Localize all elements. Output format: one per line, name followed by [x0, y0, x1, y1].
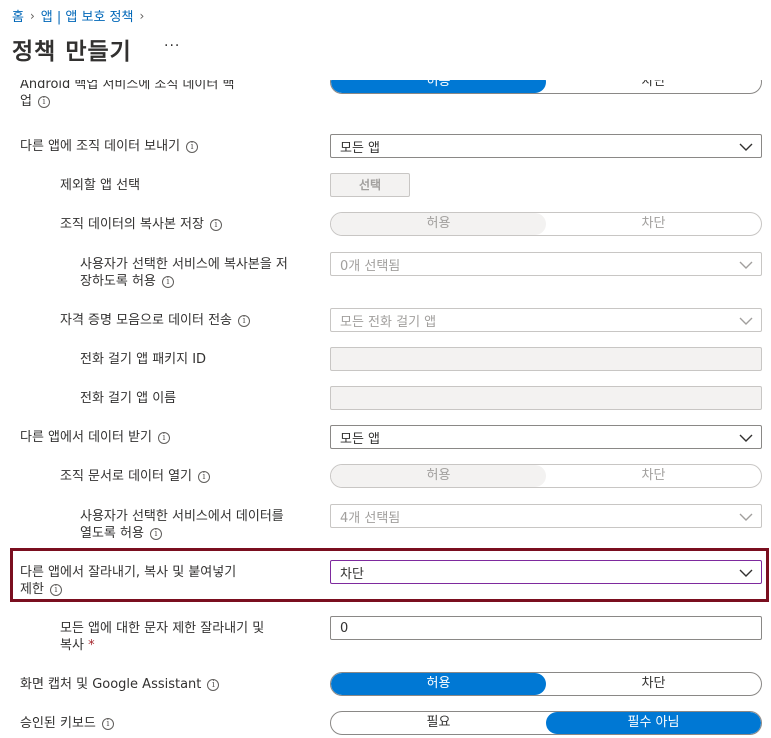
- dialer-name-input: [330, 386, 762, 410]
- label-line-1: 사용자가 선택한 서비스에 복사본을 저: [80, 257, 288, 272]
- label-text: 조직 데이터의 복사본 저장: [60, 217, 204, 232]
- select-value: 모든 앱: [340, 140, 381, 156]
- label-line-2: 열도록 허용: [80, 526, 144, 541]
- select-apps-button[interactable]: 선택: [330, 173, 410, 197]
- label-line-1: 다른 앱에서 잘라내기, 복사 및 붙여넣기: [20, 565, 237, 580]
- info-icon[interactable]: i: [198, 470, 210, 483]
- label-text: 화면 캡처 및 Google Assistant: [20, 677, 202, 692]
- info-icon[interactable]: i: [207, 678, 220, 691]
- info-icon[interactable]: i: [186, 140, 199, 153]
- toggle-option-required[interactable]: 필요: [331, 712, 546, 734]
- transfer-data-select: 모든 전화 걸기 앱: [330, 308, 762, 332]
- setting-label: 화면 캡처 및 Google Assistant i: [20, 676, 220, 693]
- info-icon[interactable]: i: [37, 95, 50, 108]
- select-value: 4개 선택됨: [340, 510, 401, 526]
- toggle-option-block: 차단: [641, 216, 666, 231]
- setting-label: 모든 앱에 대한 문자 제한 잘라내기 및 복사 *: [60, 620, 264, 654]
- more-options-button[interactable]: ···: [164, 38, 180, 54]
- label-text: 조직 문서로 데이터 열기: [60, 469, 192, 484]
- settings-form: Android 백업 서비스에 조직 데이터 백 업i 허용 차단 다른 앱에 …: [0, 80, 771, 738]
- chevron-right-icon: ›: [139, 8, 145, 23]
- setting-label: 다른 앱에 조직 데이터 보내기 i: [20, 138, 199, 155]
- breadcrumb-app-link[interactable]: 앱 | 앱 보호 정책: [41, 6, 134, 25]
- chevron-down-icon: [739, 317, 753, 325]
- approved-keyboards-toggle[interactable]: 필요 필수 아님: [330, 711, 762, 735]
- toggle-option-block[interactable]: 차단: [546, 673, 761, 695]
- toggle-option-allow: 허용: [331, 465, 546, 487]
- info-icon[interactable]: i: [161, 275, 174, 288]
- select-value: 차단: [340, 566, 364, 582]
- breadcrumb-home-link[interactable]: 홈: [12, 6, 24, 25]
- restrict-cut-copy-paste-select[interactable]: 차단: [330, 560, 762, 584]
- label-line-2: 제한: [20, 582, 44, 597]
- open-org-docs-toggle: 허용 차단: [330, 464, 762, 488]
- label-text: 다른 앱에 조직 데이터 보내기: [20, 139, 181, 154]
- save-services-select: 0개 선택됨: [330, 252, 762, 276]
- toggle-option-allow[interactable]: 허용: [331, 80, 546, 93]
- chevron-down-icon: [739, 143, 753, 151]
- chevron-down-icon: [739, 434, 753, 442]
- label-text: 승인된 키보드: [20, 716, 96, 731]
- setting-label: 전화 걸기 앱 패키지 ID: [80, 352, 207, 367]
- toggle-option-allow: 허용: [331, 213, 546, 235]
- toggle-option-block[interactable]: 차단: [546, 80, 761, 93]
- label-line-1: 사용자가 선택한 서비스에서 데이터를: [80, 509, 284, 524]
- setting-label: 조직 문서로 데이터 열기 i: [60, 468, 210, 485]
- setting-label: Android 백업 서비스에 조직 데이터 백 업i: [20, 80, 234, 110]
- label-line-2: 복사: [60, 638, 84, 653]
- setting-label: 사용자가 선택한 서비스에서 데이터를 열도록 허용 i: [80, 508, 284, 542]
- select-value: 모든 전화 걸기 앱: [340, 314, 437, 330]
- save-copies-toggle: 허용 차단: [330, 212, 762, 236]
- info-icon[interactable]: i: [238, 314, 251, 327]
- required-marker: *: [88, 638, 95, 653]
- label-line-2: 업: [20, 94, 32, 109]
- label-text: 다른 앱에서 데이터 받기: [20, 430, 152, 445]
- page-title: 정책 만들기: [12, 39, 132, 65]
- label-line-2: 장하도록 허용: [80, 274, 156, 289]
- toggle-option-block: 차단: [641, 468, 666, 483]
- setting-label: 조직 데이터의 복사본 저장 i: [60, 216, 222, 233]
- receive-data-select[interactable]: 모든 앱: [330, 425, 762, 449]
- setting-label: 자격 증명 모음으로 데이터 전송 i: [60, 312, 251, 329]
- select-value: 0개 선택됨: [340, 258, 401, 274]
- label-text: 자격 증명 모음으로 데이터 전송: [60, 313, 233, 328]
- chevron-down-icon: [739, 513, 753, 521]
- setting-label: 제외할 앱 선택: [60, 178, 141, 193]
- breadcrumb: 홈 › 앱 | 앱 보호 정책 ›: [12, 6, 145, 26]
- toggle-option-allow[interactable]: 허용: [331, 673, 546, 695]
- setting-label: 다른 앱에서 잘라내기, 복사 및 붙여넣기 제한 i: [20, 564, 236, 598]
- toggle-option-not-required[interactable]: 필수 아님: [546, 712, 761, 734]
- screen-capture-toggle[interactable]: 허용 차단: [330, 672, 762, 696]
- android-backup-toggle[interactable]: 허용 차단: [330, 80, 762, 94]
- info-icon[interactable]: i: [49, 583, 62, 596]
- label-line-1: Android 백업 서비스에 조직 데이터 백: [20, 80, 235, 92]
- info-icon[interactable]: i: [158, 431, 170, 444]
- chevron-down-icon: [739, 261, 753, 269]
- info-icon[interactable]: i: [209, 218, 222, 231]
- open-services-select: 4개 선택됨: [330, 504, 762, 528]
- select-value: 모든 앱: [340, 431, 381, 447]
- info-icon[interactable]: i: [149, 527, 162, 540]
- send-data-select[interactable]: 모든 앱: [330, 134, 762, 158]
- setting-label: 사용자가 선택한 서비스에 복사본을 저 장하도록 허용 i: [80, 256, 288, 290]
- chevron-right-icon: ›: [29, 8, 35, 23]
- setting-label: 다른 앱에서 데이터 받기 i: [20, 429, 170, 446]
- char-limit-input[interactable]: 0: [330, 616, 762, 640]
- dialer-package-id-input: [330, 347, 762, 371]
- chevron-down-icon: [739, 569, 753, 577]
- setting-label: 승인된 키보드 i: [20, 715, 114, 732]
- setting-label: 전화 걸기 앱 이름: [80, 391, 177, 406]
- info-icon[interactable]: i: [101, 717, 114, 730]
- label-line-1: 모든 앱에 대한 문자 제한 잘라내기 및: [60, 621, 265, 636]
